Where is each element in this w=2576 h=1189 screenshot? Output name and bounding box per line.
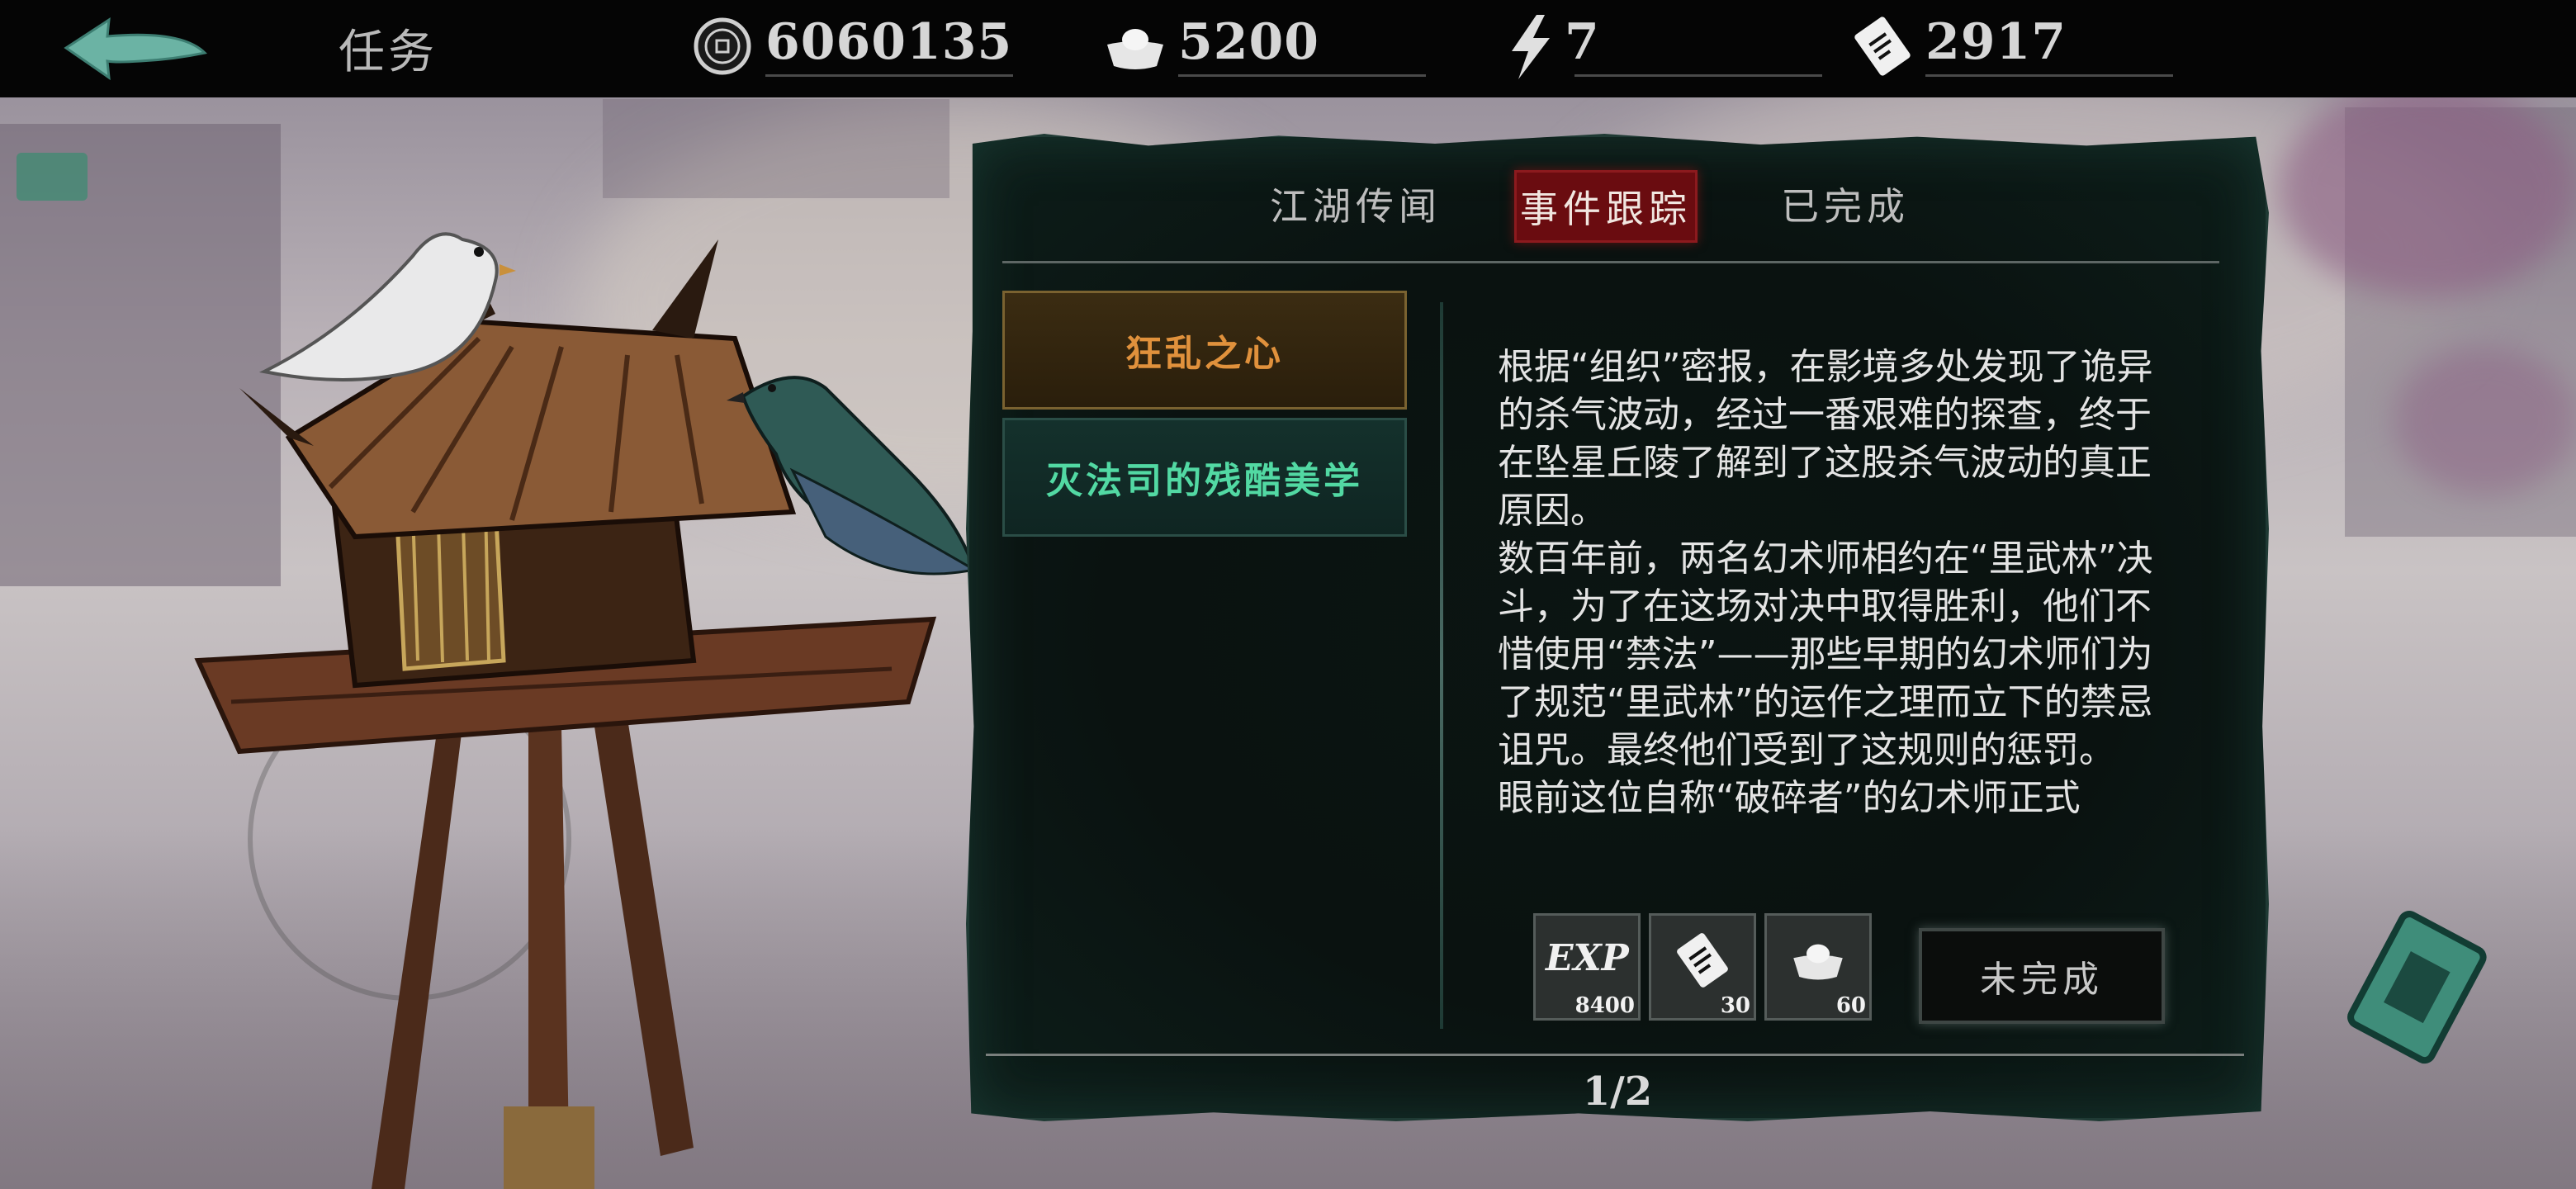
- lightning-icon: [1512, 15, 1550, 79]
- tab-completed[interactable]: 已完成: [1767, 170, 1924, 238]
- silver-ingot-icon: [1107, 29, 1163, 69]
- ticket-icon: [1854, 17, 1911, 76]
- jade-lantern-icon: [2347, 911, 2487, 1064]
- dovecote-illustration: [194, 232, 974, 1189]
- signboard: [17, 153, 88, 201]
- underline: [1925, 74, 2173, 77]
- reward-exp[interactable]: EXP 8400: [1533, 913, 1641, 1021]
- reward-silver[interactable]: 60: [1764, 913, 1872, 1021]
- energy-value: 7: [1565, 13, 1600, 71]
- tab-event-tracking[interactable]: 事件跟踪: [1514, 170, 1698, 243]
- quest-description: 根据“组织”密报，在影境多处发现了诡异的杀气波动，经过一番艰难的探查，终于在坠星…: [1498, 346, 2153, 819]
- quest-item-cruel-aesthetics[interactable]: 灭法司的残酷美学: [1002, 418, 1407, 537]
- quest-panel: 江湖传闻 事件跟踪 已完成 狂乱之心 灭法司的残酷美学 根据“组织”密报，在影境…: [966, 134, 2269, 1121]
- quest-description-scroll[interactable]: 根据“组织”密报，在影境多处发现了诡异的杀气波动，经过一番艰难的探查，终于在坠星…: [1498, 343, 2158, 855]
- bottom-divider: [986, 1054, 2244, 1056]
- blossom-tree: [2394, 347, 2576, 495]
- tab-rumors[interactable]: 江湖传闻: [1265, 170, 1447, 238]
- page-title: 任务: [339, 26, 438, 79]
- underline: [1574, 74, 1822, 77]
- vertical-divider: [1440, 302, 1443, 1029]
- blossom-tree: [2279, 83, 2576, 297]
- reward-amount: 8400: [1574, 993, 1635, 1018]
- back-arrow-icon: [64, 17, 208, 81]
- quest-item-madness-heart[interactable]: 狂乱之心: [1002, 291, 1407, 410]
- back-button[interactable]: [58, 12, 215, 88]
- coin-icon: [694, 17, 751, 75]
- silver-value: 5200: [1178, 13, 1319, 71]
- reward-ticket[interactable]: 30: [1649, 913, 1756, 1021]
- tab-divider: [1002, 261, 2219, 263]
- underline: [765, 74, 1013, 77]
- top-bar: 任务 6060135 5200 7 2917: [0, 0, 2576, 97]
- exp-icon: EXP: [1546, 937, 1629, 979]
- reward-amount: 60: [1835, 993, 1866, 1018]
- incomplete-button[interactable]: 未完成: [1919, 928, 2165, 1024]
- ticket-value: 2917: [1925, 13, 2067, 71]
- ticket-icon: [1677, 933, 1728, 988]
- underline: [1178, 74, 1426, 77]
- reward-amount: 30: [1720, 993, 1750, 1018]
- page-indicator: 1/2: [1582, 1068, 1653, 1115]
- silver-ingot-icon: [1793, 944, 1843, 980]
- coin-value: 6060135: [765, 13, 1013, 71]
